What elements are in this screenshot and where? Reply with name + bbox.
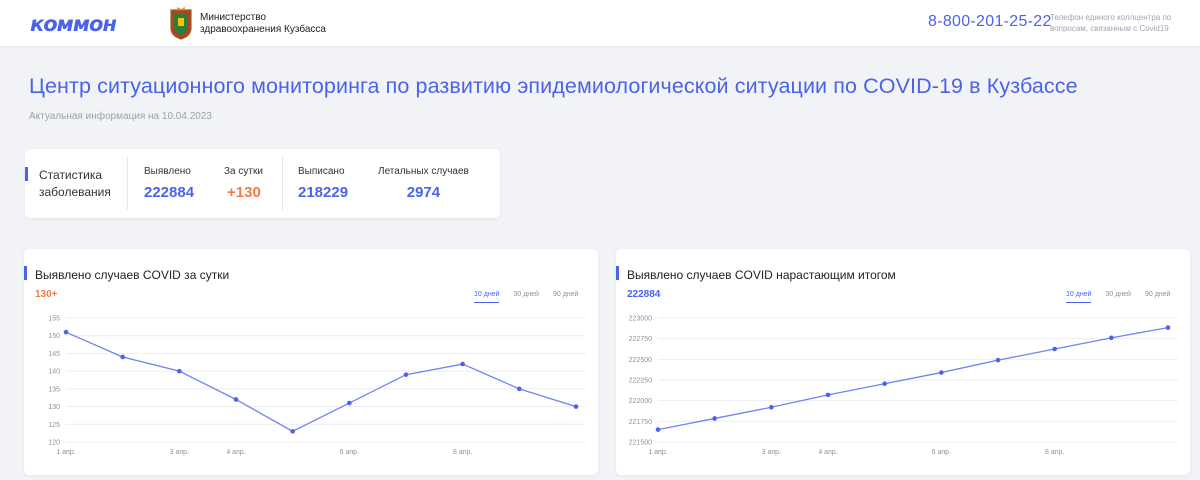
stat-recovered-label: Выписано xyxy=(298,166,345,177)
stat-recovered: Выписано 218229 xyxy=(298,166,348,201)
card-accent-bar xyxy=(25,167,28,181)
statistics-card: Статистика заболевания Выявлено 222884 З… xyxy=(25,149,500,218)
stat-detected-value: 222884 xyxy=(144,184,195,201)
y-tick-label: 150 xyxy=(48,333,60,340)
series-line xyxy=(657,326,1169,431)
y-tick-label: 145 xyxy=(48,351,60,358)
x-tick-label: 8 апр. xyxy=(453,449,472,456)
stat-daily-value: +130 xyxy=(227,184,261,201)
stats-divider xyxy=(127,157,128,210)
cumulative-cases-line-chart: 221500 221750 222000 222250 222500 222750 2230… xyxy=(629,316,1178,456)
series-line xyxy=(65,331,577,433)
y-tick-label: 120 xyxy=(48,440,60,447)
y-tick-label: 222500 xyxy=(629,357,652,364)
data-point xyxy=(712,416,717,421)
data-point xyxy=(63,329,69,335)
cumulative-cases-chart-card: Выявлено случаев COVID нарастающим итого… xyxy=(616,249,1190,475)
stat-daily-label: За сутки xyxy=(224,166,263,177)
y-tick-label: 222250 xyxy=(629,378,652,385)
y-tick-label: 135 xyxy=(48,386,60,393)
stat-deaths: Летальных случаев 2974 xyxy=(378,166,469,201)
y-tick-label: 222750 xyxy=(629,336,652,343)
data-point xyxy=(120,354,125,360)
data-point xyxy=(939,370,944,375)
ministry-line1: Министерство xyxy=(200,12,266,23)
ministry-name: Министерство здравоохранения Кузбасса xyxy=(200,12,360,36)
stat-detected-label: Выявлено xyxy=(144,166,191,177)
data-point xyxy=(347,400,352,406)
page-title: Центр ситуационного мониторинга по разви… xyxy=(29,74,1078,98)
data-point xyxy=(403,372,409,377)
x-tick-label: 6 апр. xyxy=(340,449,359,456)
stat-deaths-value: 2974 xyxy=(406,184,441,201)
data-point xyxy=(177,368,182,374)
y-tick-label: 155 xyxy=(48,316,60,323)
stat-detected: Выявлено 222884 xyxy=(144,166,194,201)
company-logo[interactable]: коммон xyxy=(30,12,117,36)
y-tick-label: 125 xyxy=(48,422,60,429)
y-tick-label: 221500 xyxy=(629,440,652,447)
x-tick-label: 1 апр. xyxy=(648,449,667,456)
stats-divider xyxy=(282,157,283,210)
x-tick-label: 4 апр. xyxy=(818,449,837,456)
x-tick-label: 3 апр. xyxy=(762,449,781,456)
hotline-phone-link[interactable]: 8-800-201-25-22 xyxy=(928,13,1052,31)
data-point xyxy=(1109,335,1114,341)
stat-daily: За сутки +130 xyxy=(224,166,263,201)
data-point xyxy=(882,381,887,387)
data-point xyxy=(290,429,295,434)
x-tick-label: 3 апр. xyxy=(170,449,189,456)
data-point xyxy=(825,392,831,398)
y-tick-label: 130 xyxy=(48,404,60,411)
statistics-title-line1: Статистика xyxy=(39,168,103,182)
x-tick-label: 4 апр. xyxy=(226,449,245,456)
data-point xyxy=(233,397,239,402)
statistics-title-line2: заболевания xyxy=(39,185,111,199)
y-tick-label: 222000 xyxy=(629,398,652,405)
x-tick-label: 6 апр. xyxy=(932,449,951,456)
y-tick-label: 223000 xyxy=(629,316,652,323)
data-point xyxy=(517,386,522,392)
stat-recovered-value: 218229 xyxy=(298,184,349,201)
y-tick-label: 140 xyxy=(48,369,60,376)
update-date-text: Актуальная информация на 10.04.2023 xyxy=(29,111,212,122)
data-point xyxy=(1052,346,1057,352)
x-tick-label: 8 апр. xyxy=(1045,449,1064,456)
top-header: коммон Министерство здравоохранения Кузб… xyxy=(0,0,1200,46)
ministry-line2: здравоохранения Кузбасса xyxy=(200,24,326,35)
data-point xyxy=(460,361,465,367)
data-point xyxy=(655,427,661,432)
y-tick-label: 221750 xyxy=(629,419,652,426)
data-point xyxy=(995,357,1001,363)
data-point xyxy=(573,404,579,409)
kuzbass-emblem-icon xyxy=(170,7,192,40)
daily-cases-line-chart: 120 125 130 135 140 145 150 155 1 апр. 3 апр. 4 ап… xyxy=(48,316,586,456)
statistics-card-title: Статистика заболевания xyxy=(39,167,139,201)
x-tick-label: 1 апр. xyxy=(56,449,75,456)
hotline-description: Телефон единого коллцентра по вопросам, … xyxy=(1050,13,1172,33)
stat-deaths-label: Летальных случаев xyxy=(378,166,469,177)
data-point xyxy=(1165,325,1171,330)
data-point xyxy=(769,404,774,410)
daily-cases-chart-card: Выявлено случаев COVID за сутки 130+ 10 … xyxy=(24,249,598,475)
